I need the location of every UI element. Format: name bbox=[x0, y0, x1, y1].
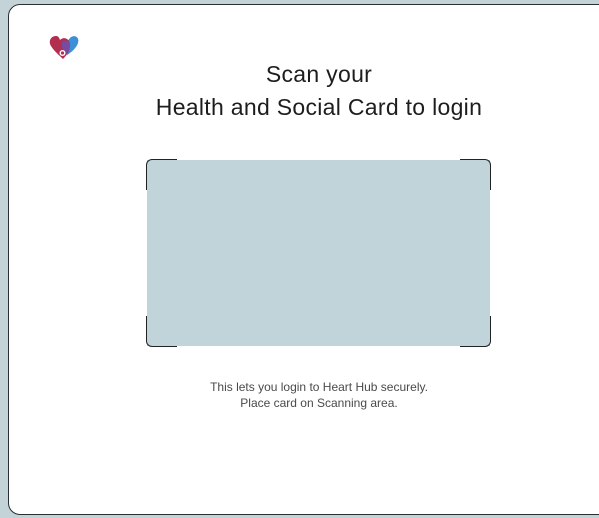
login-panel: Scan your Health and Social Card to logi… bbox=[8, 4, 599, 515]
scan-corner-top-left bbox=[146, 159, 177, 190]
scan-corner-bottom-left bbox=[146, 316, 177, 347]
instruction-text-line-2: Place card on Scanning area. bbox=[240, 396, 398, 410]
scan-corner-bottom-right bbox=[460, 316, 491, 347]
scan-corner-top-right bbox=[460, 159, 491, 190]
page-title-line-1: Scan your bbox=[265, 61, 373, 87]
card-scan-area bbox=[146, 159, 491, 347]
instruction-text-line-1: This lets you login to Heart Hub securel… bbox=[210, 380, 428, 394]
page-title-line-2: Health and Social Card to login bbox=[155, 94, 483, 120]
